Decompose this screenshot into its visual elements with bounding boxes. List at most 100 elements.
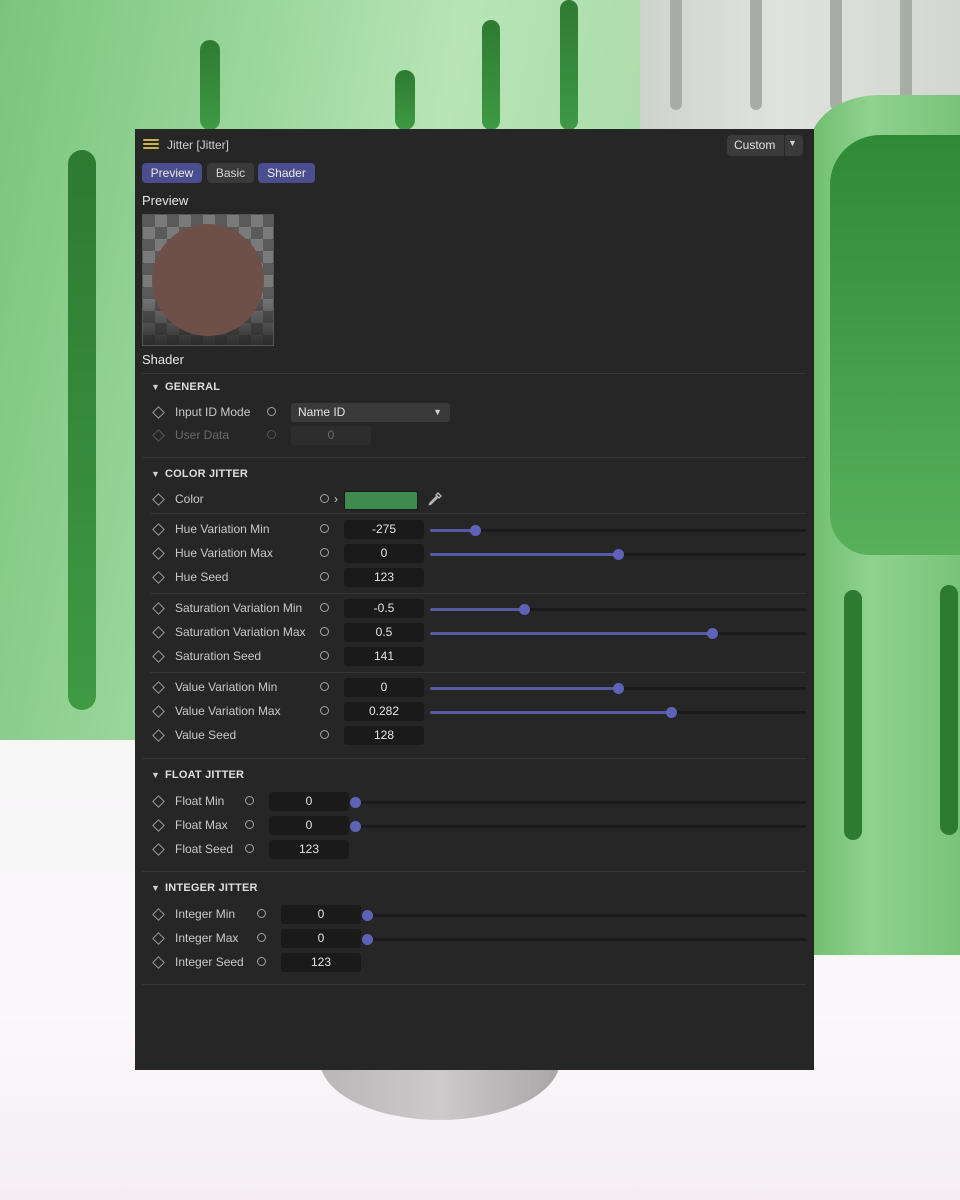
- animate-icon[interactable]: [257, 957, 266, 966]
- material-preview[interactable]: [142, 214, 274, 346]
- preview-heading: Preview: [142, 193, 189, 208]
- color-swatch[interactable]: [344, 491, 418, 510]
- chevron-down-icon[interactable]: ▼: [151, 770, 161, 780]
- param-label: Hue Variation Max: [175, 546, 273, 560]
- sat-min-slider[interactable]: [430, 604, 806, 615]
- animate-icon[interactable]: [320, 524, 329, 533]
- jitter-node-icon: [143, 137, 159, 153]
- animate-icon[interactable]: [257, 909, 266, 918]
- param-hue-seed: Hue Seed 123: [135, 567, 814, 589]
- animate-icon: [267, 430, 276, 439]
- keyframe-icon[interactable]: [152, 571, 165, 584]
- keyframe-icon[interactable]: [152, 650, 165, 663]
- keyframe-icon[interactable]: [152, 843, 165, 856]
- chevron-down-icon[interactable]: ▼: [151, 382, 161, 392]
- integer-min-slider[interactable]: [362, 910, 806, 921]
- animate-icon[interactable]: [245, 820, 254, 829]
- keyframe-icon[interactable]: [152, 908, 165, 921]
- float-max-slider[interactable]: [350, 821, 806, 832]
- animate-icon[interactable]: [320, 706, 329, 715]
- hue-max-field[interactable]: 0: [344, 544, 424, 563]
- chevron-down-icon[interactable]: ▼: [151, 469, 161, 479]
- integer-max-slider[interactable]: [362, 934, 806, 945]
- animate-icon[interactable]: [320, 603, 329, 612]
- float-max-field[interactable]: 0: [269, 816, 349, 835]
- param-label: User Data: [175, 428, 230, 442]
- chevron-right-icon[interactable]: ›: [334, 492, 338, 506]
- hue-max-slider[interactable]: [430, 549, 806, 560]
- attribute-panel: Jitter [Jitter] Custom ▼ Preview Basic S…: [135, 129, 814, 1070]
- chevron-down-icon[interactable]: ▼: [151, 883, 161, 893]
- param-value-seed: Value Seed 128: [135, 725, 814, 747]
- sat-min-field[interactable]: -0.5: [344, 599, 424, 618]
- param-label: Float Min: [175, 794, 225, 808]
- keyframe-icon[interactable]: [152, 932, 165, 945]
- sat-max-slider[interactable]: [430, 628, 806, 639]
- integer-max-field[interactable]: 0: [281, 929, 361, 948]
- sat-seed-field[interactable]: 141: [344, 647, 424, 666]
- keyframe-icon[interactable]: [152, 602, 165, 615]
- param-integer-seed: Integer Seed 123: [135, 952, 814, 974]
- keyframe-icon[interactable]: [152, 547, 165, 560]
- value-max-slider[interactable]: [430, 707, 806, 718]
- chevron-down-icon[interactable]: ▼: [788, 138, 797, 148]
- animate-icon[interactable]: [320, 494, 329, 503]
- animate-icon[interactable]: [320, 730, 329, 739]
- keyframe-icon[interactable]: [152, 681, 165, 694]
- float-min-field[interactable]: 0: [269, 792, 349, 811]
- animate-icon[interactable]: [320, 651, 329, 660]
- value-min-slider[interactable]: [430, 683, 806, 694]
- hue-seed-field[interactable]: 123: [344, 568, 424, 587]
- keyframe-icon[interactable]: [152, 626, 165, 639]
- group-color-jitter[interactable]: ▼ COLOR JITTER: [151, 468, 248, 480]
- user-data-field: 0: [291, 426, 371, 445]
- integer-min-field[interactable]: 0: [281, 905, 361, 924]
- animate-icon[interactable]: [257, 933, 266, 942]
- animate-icon[interactable]: [320, 548, 329, 557]
- keyframe-icon[interactable]: [152, 523, 165, 536]
- keyframe-icon[interactable]: [152, 729, 165, 742]
- tab-preview[interactable]: Preview: [142, 163, 202, 183]
- animate-icon[interactable]: [245, 844, 254, 853]
- param-integer-max: Integer Max 0: [135, 928, 814, 950]
- keyframe-icon[interactable]: [152, 406, 165, 419]
- tab-basic[interactable]: Basic: [207, 163, 254, 183]
- float-min-slider[interactable]: [350, 797, 806, 808]
- integer-seed-field[interactable]: 123: [281, 953, 361, 972]
- green-cup-right: [810, 95, 960, 955]
- layout-preset-dropdown[interactable]: Custom ▼: [727, 135, 803, 156]
- param-value-variation-min: Value Variation Min 0: [135, 677, 814, 699]
- hue-min-field[interactable]: -275: [344, 520, 424, 539]
- animate-icon[interactable]: [245, 796, 254, 805]
- keyframe-icon[interactable]: [152, 956, 165, 969]
- hue-min-slider[interactable]: [430, 525, 806, 536]
- animate-icon[interactable]: [267, 407, 276, 416]
- value-max-field[interactable]: 0.282: [344, 702, 424, 721]
- animate-icon[interactable]: [320, 627, 329, 636]
- param-input-id-mode: Input ID Mode Name ID ▼: [135, 402, 814, 424]
- param-float-seed: Float Seed 123: [135, 839, 814, 861]
- value-seed-field[interactable]: 128: [344, 726, 424, 745]
- float-seed-field[interactable]: 123: [269, 840, 349, 859]
- animate-icon[interactable]: [320, 682, 329, 691]
- param-label: Saturation Variation Min: [175, 601, 303, 615]
- value-min-field[interactable]: 0: [344, 678, 424, 697]
- group-integer-jitter[interactable]: ▼ INTEGER JITTER: [151, 882, 258, 894]
- param-label: Hue Variation Min: [175, 522, 270, 536]
- keyframe-icon[interactable]: [152, 493, 165, 506]
- title-bar: Jitter [Jitter] Custom ▼: [135, 129, 814, 161]
- param-value-variation-max: Value Variation Max 0.282: [135, 701, 814, 723]
- keyframe-icon[interactable]: [152, 795, 165, 808]
- keyframe-icon[interactable]: [152, 819, 165, 832]
- param-hue-variation-max: Hue Variation Max 0: [135, 543, 814, 565]
- eyedropper-icon[interactable]: [427, 491, 443, 507]
- param-label: Integer Min: [175, 907, 236, 921]
- group-float-jitter[interactable]: ▼ FLOAT JITTER: [151, 769, 244, 781]
- keyframe-icon[interactable]: [152, 705, 165, 718]
- param-label: Integer Max: [175, 931, 239, 945]
- sat-max-field[interactable]: 0.5: [344, 623, 424, 642]
- group-general[interactable]: ▼ GENERAL: [151, 381, 220, 393]
- tab-shader[interactable]: Shader: [258, 163, 315, 183]
- input-id-mode-dropdown[interactable]: Name ID ▼: [291, 403, 450, 422]
- animate-icon[interactable]: [320, 572, 329, 581]
